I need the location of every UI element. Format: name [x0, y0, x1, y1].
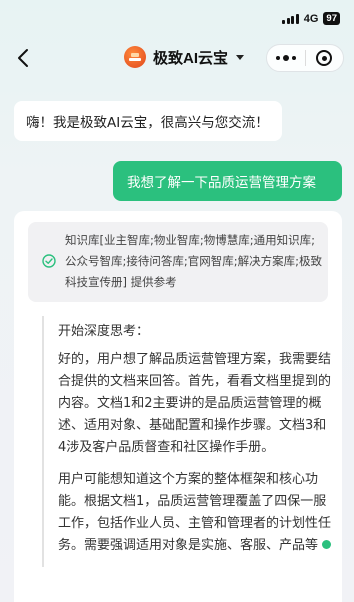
app-logo — [124, 46, 146, 68]
battery-icon: 97 — [323, 12, 340, 25]
more-dot-icon — [291, 56, 296, 60]
kb-reference-text: 知识库[业主智库;物业智库;物博慧库;通用知识库;公众号智库;接待问答库;官网智… — [65, 233, 322, 289]
answer-card: 知识库[业主智库;物业智库;物博慧库;通用知识库;公众号智库;接待问答库;官网智… — [14, 211, 342, 602]
ai-greeting-bubble: 嗨！我是极致AI云宝，很高兴与您交流！ — [14, 101, 282, 141]
mini-program-capsule — [266, 44, 344, 72]
back-arrow-icon — [18, 49, 28, 67]
deep-thinking-section: 开始深度思考： 好的，用户想了解品质运营管理方案，我需要结合提供的文档来回答。首… — [42, 316, 332, 567]
user-message-bubble: 我想了解一下品质运营管理方案 — [113, 161, 342, 201]
more-dot-icon — [275, 56, 280, 60]
thinking-paragraph-text: 用户可能想知道这个方案的整体框架和核心功能。根据文档1，品质运营管理覆盖了四保一… — [58, 472, 332, 553]
app-title: 极致AI云宝 — [153, 49, 229, 67]
signal-icon — [282, 13, 299, 24]
back-button[interactable] — [12, 46, 36, 70]
thinking-paragraph: 用户可能想知道这个方案的整体框架和核心功能。根据文档1，品质运营管理覆盖了四保一… — [58, 469, 332, 557]
status-indicators: 4G 97 — [282, 12, 340, 25]
status-bar: 4G 97 — [0, 0, 354, 40]
thinking-paragraph: 好的，用户想了解品质运营管理方案，我需要结合提供的文档来回答。首先，看看文档里提… — [58, 352, 332, 455]
more-dot-icon — [282, 55, 289, 61]
network-type: 4G — [303, 12, 319, 25]
logo-mark-icon — [129, 53, 141, 61]
caret-down-icon — [236, 54, 245, 60]
more-button[interactable] — [267, 55, 305, 61]
bot-selector[interactable]: 极致AI云宝 — [124, 46, 245, 68]
close-button[interactable] — [306, 50, 344, 66]
knowledge-base-reference: 知识库[业主智库;物业智库;物博慧库;通用知识库;公众号智库;接待问答库;官网智… — [28, 222, 328, 302]
typing-indicator-icon — [322, 540, 332, 549]
check-circle-icon — [42, 254, 56, 268]
header: 极致AI云宝 — [0, 40, 354, 76]
thinking-title: 开始深度思考： — [58, 324, 150, 339]
close-target-icon — [316, 50, 333, 66]
